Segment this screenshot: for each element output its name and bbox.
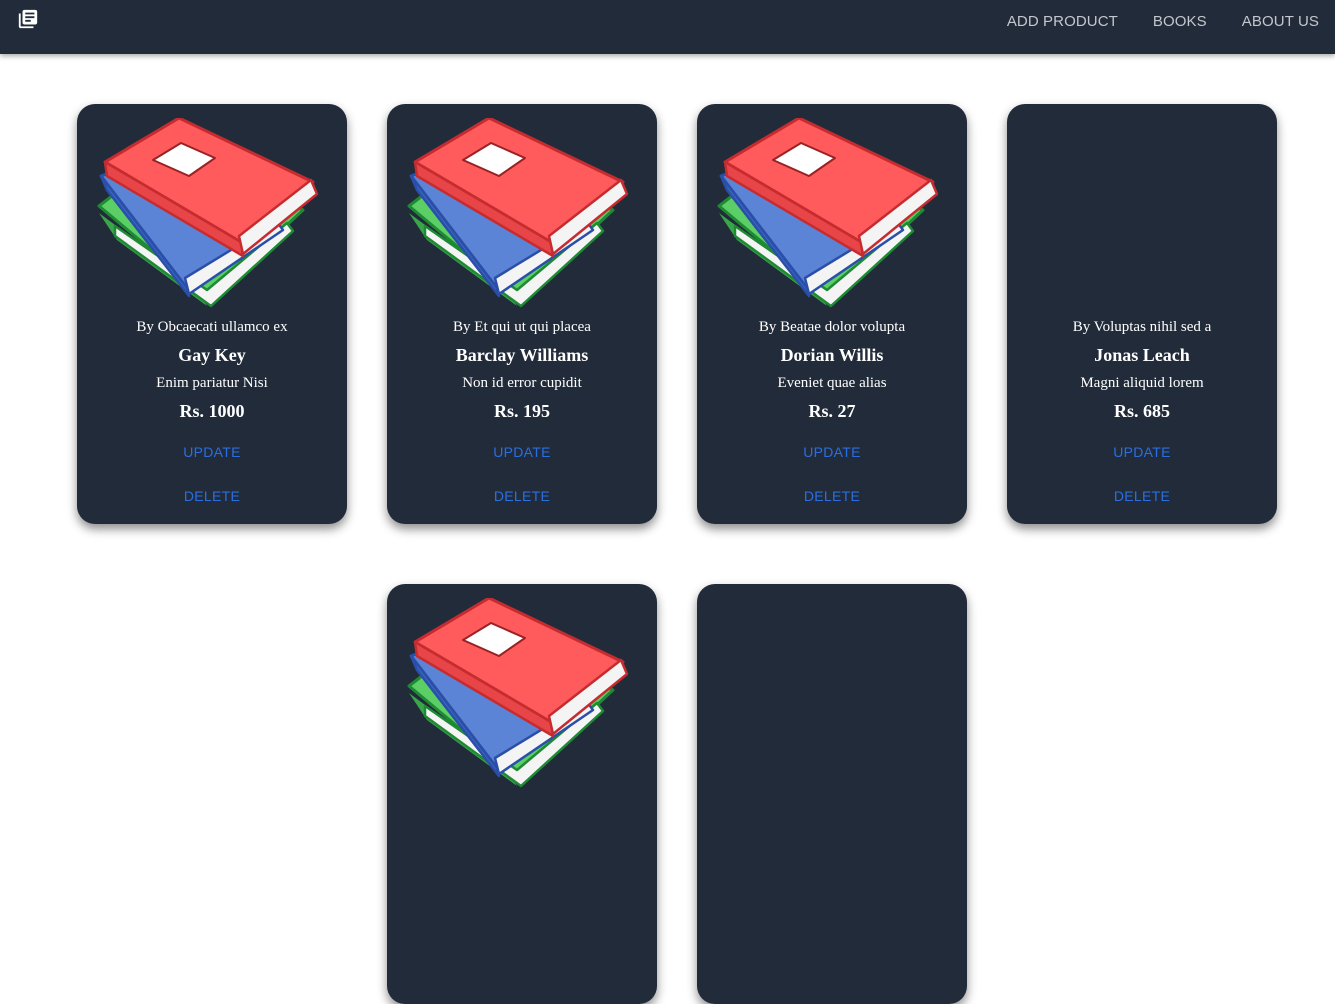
product-grid: By Obcaecati ullamco ex Gay Key Enim par… [0, 0, 1335, 1004]
product-author: By Voluptas nihil sed a [1072, 319, 1212, 335]
product-author: By Et qui ut qui placea [453, 319, 591, 335]
delete-button[interactable]: DELETE [77, 488, 347, 504]
product-card: By Beatae dolor volupta Dorian Willis Ev… [697, 104, 967, 524]
nav-about-us[interactable]: ABOUT US [1242, 13, 1319, 30]
product-title: Barclay Williams [455, 345, 589, 365]
main-nav: ADD PRODUCT BOOKS ABOUT US [972, 0, 1319, 42]
product-card: By Voluptas nihil sed a Jonas Leach Magn… [1007, 104, 1277, 524]
books-image [407, 118, 629, 308]
product-card: By Et qui ut qui placea Barclay Williams… [387, 104, 657, 524]
library-books-icon[interactable] [17, 8, 39, 30]
product-author: By Beatae dolor volupta [758, 319, 906, 335]
app-bar: ADD PRODUCT BOOKS ABOUT US [0, 0, 1335, 54]
product-title: Dorian Willis [780, 345, 884, 365]
product-price: Rs. 1000 [179, 401, 245, 421]
product-price: Rs. 27 [808, 401, 856, 421]
nav-books[interactable]: BOOKS [1153, 13, 1207, 30]
books-image [407, 598, 629, 788]
update-button[interactable]: UPDATE [387, 444, 657, 460]
delete-button[interactable]: DELETE [697, 488, 967, 504]
product-author: By Obcaecati ullamco ex [136, 319, 288, 335]
books-image [717, 118, 939, 308]
delete-button[interactable]: DELETE [387, 488, 657, 504]
product-description: Non id error cupidit [462, 375, 582, 391]
nav-add-product[interactable]: ADD PRODUCT [1007, 13, 1118, 30]
product-description: Enim pariatur Nisi [156, 375, 268, 391]
product-price: Rs. 685 [1113, 401, 1170, 421]
product-description: Eveniet quae alias [777, 375, 887, 391]
product-price: Rs. 195 [493, 401, 550, 421]
product-card [387, 584, 657, 1004]
update-button[interactable]: UPDATE [77, 444, 347, 460]
update-button[interactable]: UPDATE [697, 444, 967, 460]
product-title: Gay Key [178, 345, 246, 365]
product-description: Magni aliquid lorem [1080, 375, 1204, 391]
delete-button[interactable]: DELETE [1007, 488, 1277, 504]
books-image [97, 118, 319, 308]
product-card: By Obcaecati ullamco ex Gay Key Enim par… [77, 104, 347, 524]
update-button[interactable]: UPDATE [1007, 444, 1277, 460]
product-title: Jonas Leach [1094, 345, 1190, 365]
product-card [697, 584, 967, 1004]
